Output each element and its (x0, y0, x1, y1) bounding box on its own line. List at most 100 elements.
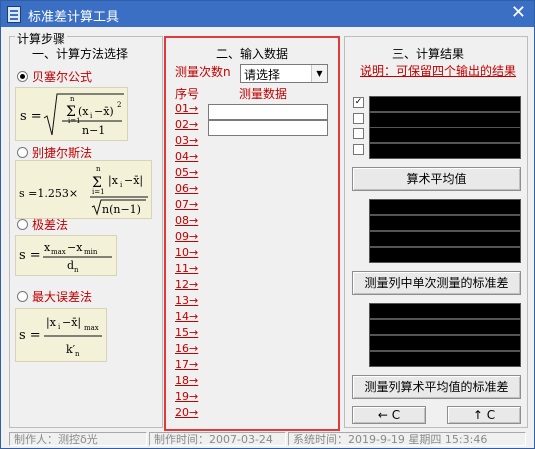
index-header: 序号 (175, 87, 200, 101)
svg-text:i: i (58, 323, 61, 331)
row-link-10[interactable]: 10→ (175, 246, 198, 259)
data-input-01[interactable] (208, 104, 328, 120)
row-link-13[interactable]: 13→ (175, 294, 198, 307)
method-peters[interactable]: 别捷尔斯法 (17, 144, 92, 161)
method-bessel-label: 贝塞尔公式 (32, 70, 93, 84)
svg-text:n(n−1): n(n−1) (102, 203, 141, 216)
svg-text:−x̄|: −x̄| (124, 174, 143, 188)
row-link-5[interactable]: 05→ (175, 166, 198, 179)
method-range-label: 极差法 (32, 218, 69, 232)
row-link-16[interactable]: 16→ (175, 342, 198, 355)
single-std-output-2 (369, 319, 521, 335)
chevron-down-icon[interactable]: ▼ (311, 65, 327, 82)
method-bessel[interactable]: 贝塞尔公式 (17, 68, 92, 85)
row-link-3[interactable]: 03→ (175, 134, 198, 147)
mean-output-3 (369, 231, 521, 247)
clear-up-button[interactable]: ↑ C (447, 406, 521, 424)
svg-text:x: x (44, 241, 51, 254)
svg-text:n: n (70, 95, 75, 103)
status-system-time: 系统时间：2019-9-19 星期四 15:3:46 (288, 432, 526, 446)
single-std-output-1 (369, 303, 521, 319)
svg-text:−x̄): −x̄) (94, 105, 114, 118)
svg-text:d: d (67, 259, 74, 272)
formula-range: s = x max −x min d n (15, 235, 117, 276)
row-link-4[interactable]: 04→ (175, 150, 198, 163)
svg-text:i=1: i=1 (92, 188, 105, 196)
svg-text:−x̄|: −x̄| (62, 316, 81, 330)
count-select-value: 请选择 (244, 68, 281, 82)
method-peters-label: 别捷尔斯法 (32, 146, 93, 160)
row-link-11[interactable]: 11→ (175, 262, 198, 275)
svg-text:(x: (x (78, 105, 89, 118)
single-std-button[interactable]: 测量列中单次测量的标准差 (352, 271, 521, 295)
window-title: 标准差计算工具 (28, 10, 120, 25)
formula-bessel: s = n Σ i=1 (x i −x̄) 2 n−1 (15, 87, 128, 141)
method-max-error-label: 最大误差法 (32, 290, 93, 304)
status-made-time: 制作时间：2007-03-24 (149, 432, 286, 446)
svg-text:n: n (74, 266, 79, 274)
svg-text:s =: s = (19, 248, 41, 263)
svg-text:n: n (96, 165, 101, 173)
svg-text:max: max (51, 248, 66, 256)
formula-max-error-graphic: s = |x i −x̄| max k′ n (19, 316, 102, 358)
row-link-2[interactable]: 02→ (175, 118, 198, 131)
section3-title: 三、计算结果 (392, 47, 465, 61)
row-link-17[interactable]: 17→ (175, 358, 198, 371)
single-std-output-4 (369, 351, 521, 367)
keep-check-3[interactable] (353, 128, 364, 139)
count-label: 测量次数n (175, 65, 231, 79)
row-link-7[interactable]: 07→ (175, 198, 198, 211)
keep-check-4[interactable] (353, 144, 364, 155)
close-icon[interactable]: ✕ (511, 3, 526, 23)
svg-text:2: 2 (117, 101, 121, 109)
svg-text:min: min (84, 248, 98, 256)
row-link-12[interactable]: 12→ (175, 278, 198, 291)
backspace-button[interactable]: ← C (352, 406, 426, 424)
row-link-18[interactable]: 18→ (175, 374, 198, 387)
method-max-error[interactable]: 最大误差法 (17, 288, 92, 305)
result-note: 说明：可保留四个输出的结果 (360, 64, 517, 78)
row-link-9[interactable]: 09→ (175, 230, 198, 243)
svg-text:|x: |x (46, 316, 57, 330)
mean-std-button[interactable]: 测量列算术平均值的标准差 (352, 375, 521, 399)
section2-title: 二、输入数据 (216, 47, 289, 61)
mean-output-2 (369, 215, 521, 231)
formula-bessel-graphic: s = n Σ i=1 (x i −x̄) 2 n−1 (20, 93, 124, 137)
app-window: 标准差计算工具 ✕ 计算步骤 一、计算方法选择 贝塞尔公式 s = n Σ i=… (0, 0, 535, 449)
row-link-19[interactable]: 19→ (175, 390, 198, 403)
mean-output-4 (369, 247, 521, 263)
kept-result-3 (369, 127, 521, 143)
row-link-14[interactable]: 14→ (175, 310, 198, 323)
radio-bessel[interactable] (17, 71, 28, 82)
svg-text:max: max (84, 324, 99, 332)
row-link-6[interactable]: 06→ (175, 182, 198, 195)
svg-text:s =: s = (19, 328, 41, 343)
svg-text:n: n (75, 350, 80, 358)
keep-check-2[interactable] (353, 113, 364, 124)
keep-check-1[interactable]: ✓ (353, 97, 364, 108)
radio-range[interactable] (17, 219, 28, 230)
kept-result-1 (369, 96, 521, 112)
svg-text:s =1.253×: s =1.253× (19, 187, 78, 200)
data-input-02[interactable] (208, 120, 328, 136)
kept-result-2 (369, 112, 521, 128)
formula-peters-graphic: s =1.253× n Σ i=1 |x i −x̄| n(n−1) (19, 165, 148, 216)
svg-text:n−1: n−1 (82, 124, 105, 137)
count-select[interactable]: 请选择 ▼ (240, 64, 328, 83)
method-range[interactable]: 极差法 (17, 216, 68, 233)
svg-text:i: i (90, 112, 93, 120)
row-link-20[interactable]: 20→ (175, 406, 198, 419)
formula-range-graphic: s = x max −x min d n (19, 241, 112, 274)
radio-max-error[interactable] (17, 291, 28, 302)
kept-result-4 (369, 143, 521, 159)
mean-button[interactable]: 算术平均值 (352, 167, 521, 191)
radio-peters[interactable] (17, 147, 28, 158)
data-header: 测量数据 (239, 87, 288, 101)
svg-text:i: i (120, 181, 123, 189)
formula-max-error: s = |x i −x̄| max k′ n (15, 308, 107, 362)
row-link-1[interactable]: 01→ (175, 102, 198, 115)
row-link-8[interactable]: 08→ (175, 214, 198, 227)
row-link-15[interactable]: 15→ (175, 326, 198, 339)
mean-output-1 (369, 199, 521, 215)
formula-peters: s =1.253× n Σ i=1 |x i −x̄| n(n−1) (15, 160, 152, 219)
